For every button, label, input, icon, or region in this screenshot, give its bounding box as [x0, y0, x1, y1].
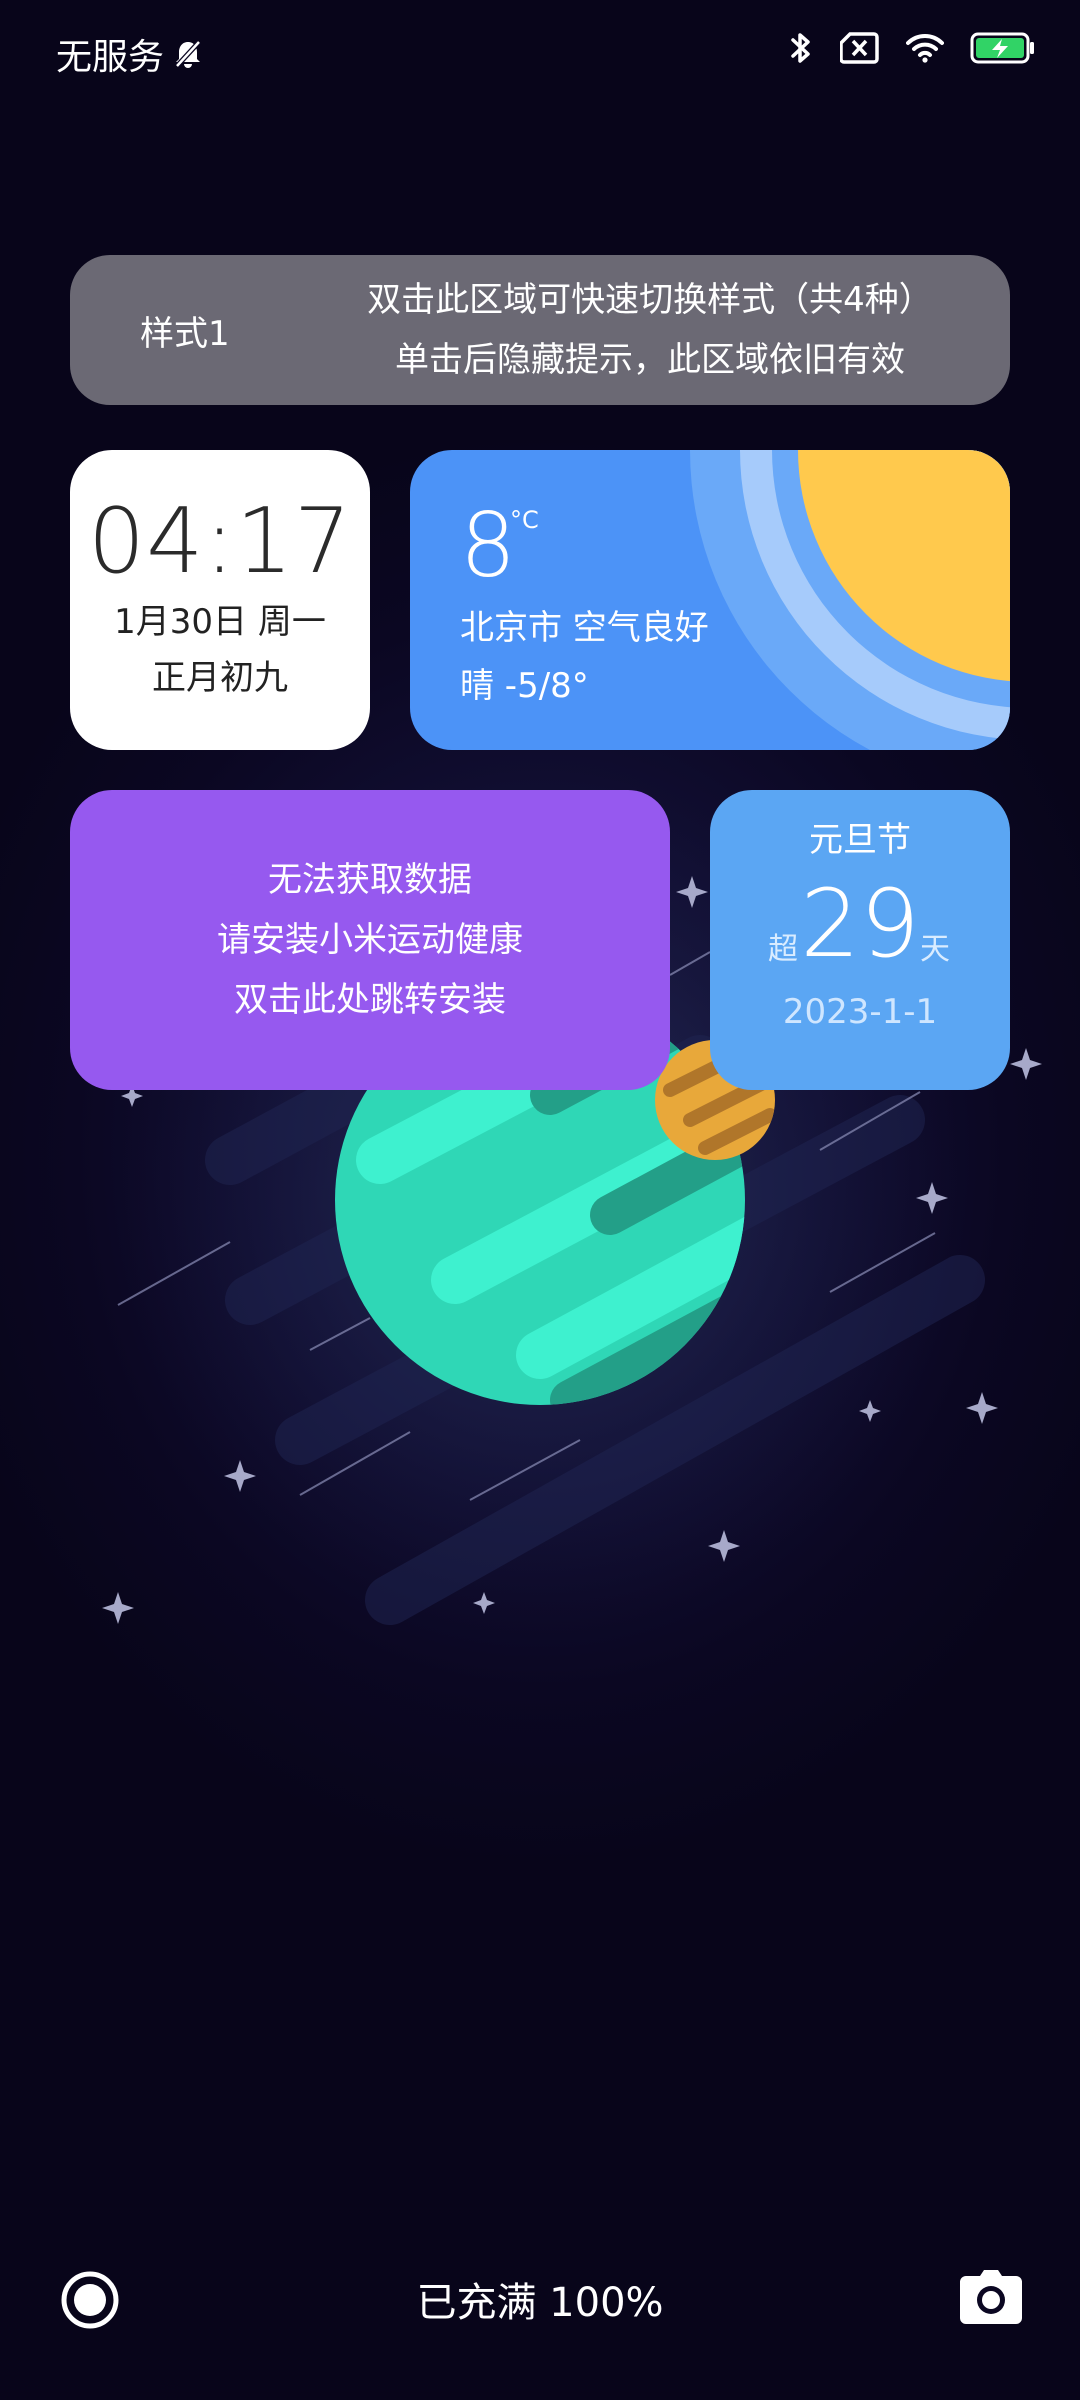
carrier-label: 无服务 [56, 37, 165, 78]
weather-widget[interactable]: 8 °C 北京市 空气良好 晴 -5/8° [410, 450, 1010, 750]
weather-unit: °C [510, 506, 539, 534]
weather-condition: 晴 -5/8° [460, 666, 589, 706]
style-switch-hint[interactable]: 样式1 双击此区域可快速切换样式（共4种） 单击后隐藏提示，此区域依旧有效 [70, 255, 1010, 405]
camera-icon[interactable] [958, 2268, 1024, 2328]
charging-status: 已充满 100% [416, 2280, 664, 2326]
health-line-3: 双击此处跳转安装 [234, 980, 506, 1020]
wifi-icon [906, 33, 944, 63]
weather-temperature: 8 [460, 494, 516, 597]
no-sim-icon [840, 32, 879, 64]
battery-charging-icon [970, 32, 1034, 64]
hint-line-2: 单击后隐藏提示，此区域依旧有效 [395, 340, 905, 380]
holiday-days: 29 [800, 870, 920, 979]
carrier-indicator: 无服务 [56, 28, 202, 80]
clock-date: 1月30日 周一 [114, 602, 326, 642]
holiday-countdown: 超 29 天 [710, 870, 1010, 980]
clock-widget[interactable]: 04:17 1月30日 周一 正月初九 [70, 450, 370, 750]
bluetooth-icon [791, 33, 810, 63]
lunar-date: 正月初九 [152, 658, 288, 698]
health-line-2: 请安装小米运动健康 [217, 920, 523, 960]
holiday-name: 元旦节 [809, 820, 911, 860]
holiday-countdown-widget[interactable]: 元旦节 超 29 天 2023-1-1 [710, 790, 1010, 1090]
bell-off-icon [175, 40, 201, 68]
status-bar: 无服务 [0, 0, 1080, 100]
weather-city-air: 北京市 空气良好 [460, 608, 709, 648]
holiday-suffix: 天 [920, 932, 950, 967]
clock-time: 04:17 [87, 489, 353, 594]
holiday-date: 2023-1-1 [782, 992, 938, 1032]
health-message: 无法获取数据 请安装小米运动健康 双击此处跳转安装 [70, 850, 670, 1030]
hint-text: 双击此区域可快速切换样式（共4种） 单击后隐藏提示，此区域依旧有效 [320, 270, 980, 390]
health-line-1: 无法获取数据 [268, 860, 472, 900]
style-label: 样式1 [140, 313, 230, 354]
hint-line-1: 双击此区域可快速切换样式（共4种） [367, 280, 933, 320]
status-icons [788, 30, 1036, 66]
health-widget[interactable]: 无法获取数据 请安装小米运动健康 双击此处跳转安装 [70, 790, 670, 1090]
